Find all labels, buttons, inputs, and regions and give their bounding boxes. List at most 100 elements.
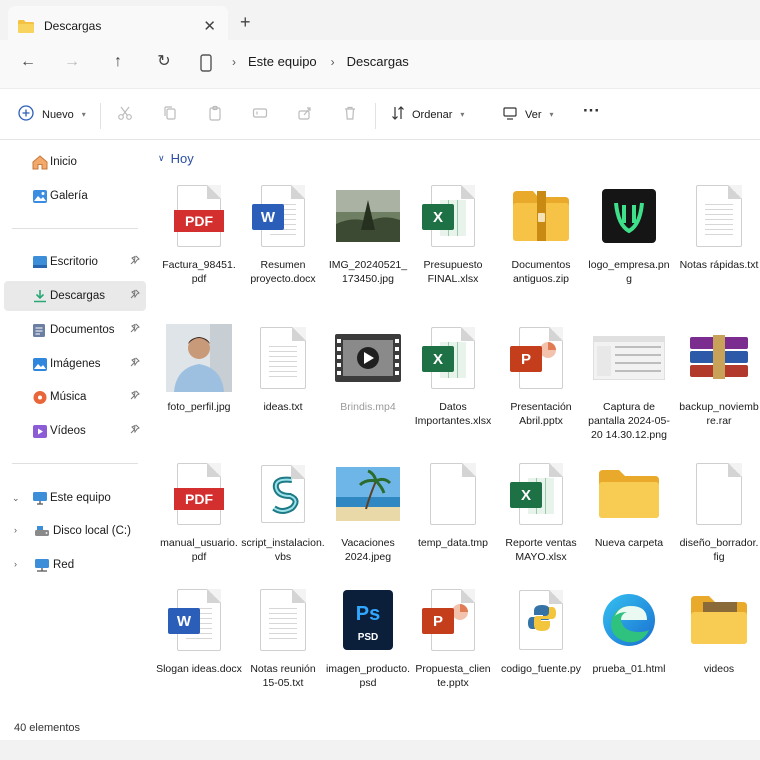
file-item[interactable]: W Resumen proyecto.docx xyxy=(240,176,326,286)
file-name: Factura_98451. pdf xyxy=(162,259,236,285)
file-item[interactable]: backup_noviemb re.rar xyxy=(676,318,760,428)
sidebar-item-label: Escritorio xyxy=(50,256,98,268)
file-item[interactable]: videos xyxy=(676,580,760,676)
new-button[interactable]: Nuevo ▾ xyxy=(18,105,86,124)
file-item[interactable]: IMG_20240521_ 173450.jpg xyxy=(325,176,411,286)
file-name: imagen_producto. psd xyxy=(325,663,411,689)
toolbar-divider xyxy=(375,103,376,129)
file-item[interactable]: Brindis.mp4 xyxy=(325,318,411,414)
pin-icon[interactable] xyxy=(130,289,140,301)
sidebar-item-escritorio[interactable]: Escritorio xyxy=(4,247,146,277)
music-icon xyxy=(32,390,47,404)
pin-icon[interactable] xyxy=(130,357,140,369)
pin-icon[interactable] xyxy=(130,323,140,335)
file-name: diseño_borrador. fig xyxy=(679,537,759,563)
blank-file-icon xyxy=(410,454,496,534)
file-item[interactable]: Ps PSD imagen_producto. psd xyxy=(325,580,411,690)
sidebar-item-label: Descargas xyxy=(50,290,105,302)
sidebar-item-descargas[interactable]: Descargas xyxy=(4,281,146,311)
file-item[interactable]: foto_perfil.jpg xyxy=(156,318,242,414)
file-item[interactable]: Captura de pantalla 2024-05- 20 14.30.12… xyxy=(586,318,672,442)
logo-file-icon xyxy=(586,176,672,256)
drive-icon xyxy=(34,524,49,538)
file-item[interactable]: Documentos antiguos.zip xyxy=(498,176,584,286)
cut-icon[interactable] xyxy=(117,105,133,121)
photo-beach-file-icon xyxy=(325,454,411,534)
breadcrumb-separator-icon: › xyxy=(232,54,236,69)
refresh-icon[interactable]: ↻ xyxy=(154,52,174,72)
txt-file-icon xyxy=(676,176,760,256)
file-item[interactable]: temp_data.tmp xyxy=(410,454,496,550)
file-item[interactable]: diseño_borrador. fig xyxy=(676,454,760,564)
word-file-icon: W xyxy=(156,580,242,660)
new-tab-button[interactable]: + xyxy=(240,12,251,33)
window-bottom-edge xyxy=(0,740,760,760)
back-arrow-icon[interactable]: ← xyxy=(18,52,38,72)
pin-icon[interactable] xyxy=(130,255,140,267)
pin-icon[interactable] xyxy=(130,390,140,402)
edge-file-icon xyxy=(586,580,672,660)
file-item[interactable]: Vacaciones 2024.jpeg xyxy=(325,454,411,564)
sidebar-item-disco-local[interactable]: › Disco local (C:) xyxy=(4,516,146,546)
file-item[interactable]: ideas.txt xyxy=(240,318,326,414)
psd-file-icon: Ps PSD xyxy=(325,580,411,660)
file-item[interactable]: X Presupuesto FINAL.xlsx xyxy=(410,176,496,286)
file-item[interactable]: P Presentación Abril.pptx xyxy=(498,318,584,428)
documents-icon xyxy=(32,323,47,337)
file-item[interactable]: Notas rápidas.txt xyxy=(676,176,760,272)
sidebar-item-inicio[interactable]: Inicio xyxy=(4,147,146,177)
paste-icon[interactable] xyxy=(207,105,223,121)
file-item[interactable]: PDF manual_usuario. pdf xyxy=(156,454,242,564)
file-item[interactable]: P Propuesta_clien te.pptx xyxy=(410,580,496,690)
file-item[interactable]: X Reporte ventas MAYO.xlsx xyxy=(498,454,584,564)
file-item[interactable]: logo_empresa.png xyxy=(586,176,672,286)
sidebar-item-red[interactable]: › Red xyxy=(4,550,146,580)
copy-icon[interactable] xyxy=(162,105,178,121)
rename-icon[interactable] xyxy=(252,105,268,121)
excel-file-icon: X xyxy=(410,176,496,256)
blank-file-icon xyxy=(676,454,760,534)
sidebar-item-videos[interactable]: Vídeos xyxy=(4,416,146,446)
file-item[interactable]: Notas reunión 15-05.txt xyxy=(240,580,326,690)
close-tab-icon[interactable]: ✕ xyxy=(203,17,216,35)
file-name: Documentos antiguos.zip xyxy=(511,259,571,285)
chevron-right-icon[interactable]: › xyxy=(14,559,17,569)
sidebar-item-label: Red xyxy=(53,559,75,571)
sort-button[interactable]: Ordenar ▾ xyxy=(390,105,464,124)
file-item[interactable]: codigo_fuente.py xyxy=(498,580,584,676)
new-button-label: Nuevo xyxy=(42,108,74,121)
group-header-hoy[interactable]: ∨ Hoy xyxy=(158,151,194,166)
breadcrumb-descargas[interactable]: Descargas xyxy=(347,54,409,69)
pin-icon[interactable] xyxy=(130,424,140,436)
file-item[interactable]: prueba_01.html xyxy=(586,580,672,676)
home-icon xyxy=(32,155,48,170)
breadcrumb-este-equipo[interactable]: Este equipo xyxy=(248,54,317,69)
sidebar-item-galeria[interactable]: Galería xyxy=(4,181,146,211)
file-item[interactable]: script_instalacion. vbs xyxy=(240,454,326,564)
sidebar-item-musica[interactable]: Música xyxy=(4,382,146,412)
up-arrow-icon[interactable]: ↑ xyxy=(108,52,128,72)
share-icon[interactable] xyxy=(297,105,313,121)
group-header-label: Hoy xyxy=(170,151,194,166)
file-item[interactable]: X Datos Importantes.xlsx xyxy=(410,318,496,428)
sidebar-item-este-equipo[interactable]: ⌄ Este equipo xyxy=(4,483,146,513)
download-icon xyxy=(32,289,47,303)
forward-arrow-icon[interactable]: → xyxy=(62,52,82,72)
sidebar-item-imagenes[interactable]: Imágenes xyxy=(4,349,146,379)
file-item[interactable]: Nueva carpeta xyxy=(586,454,672,550)
video-file-icon xyxy=(325,318,411,398)
file-item[interactable]: PDF Factura_98451. pdf xyxy=(156,176,242,286)
file-item[interactable]: W Slogan ideas.docx xyxy=(156,580,242,676)
device-icon[interactable] xyxy=(200,54,212,75)
chevron-down-icon[interactable]: ⌄ xyxy=(12,493,20,504)
view-button[interactable]: Ver ▾ xyxy=(502,105,554,124)
chevron-right-icon[interactable]: › xyxy=(14,525,17,535)
file-name: logo_empresa.png xyxy=(588,259,670,285)
sidebar-item-documentos[interactable]: Documentos xyxy=(4,315,146,345)
ppt-file-icon: P xyxy=(498,318,584,398)
rar-file-icon xyxy=(676,318,760,398)
address-bar: ← → ↑ ↻ › Este equipo › Descargas xyxy=(0,40,760,88)
delete-icon[interactable] xyxy=(342,105,358,121)
sort-icon xyxy=(390,105,406,124)
more-options-icon[interactable]: ··· xyxy=(583,101,600,121)
